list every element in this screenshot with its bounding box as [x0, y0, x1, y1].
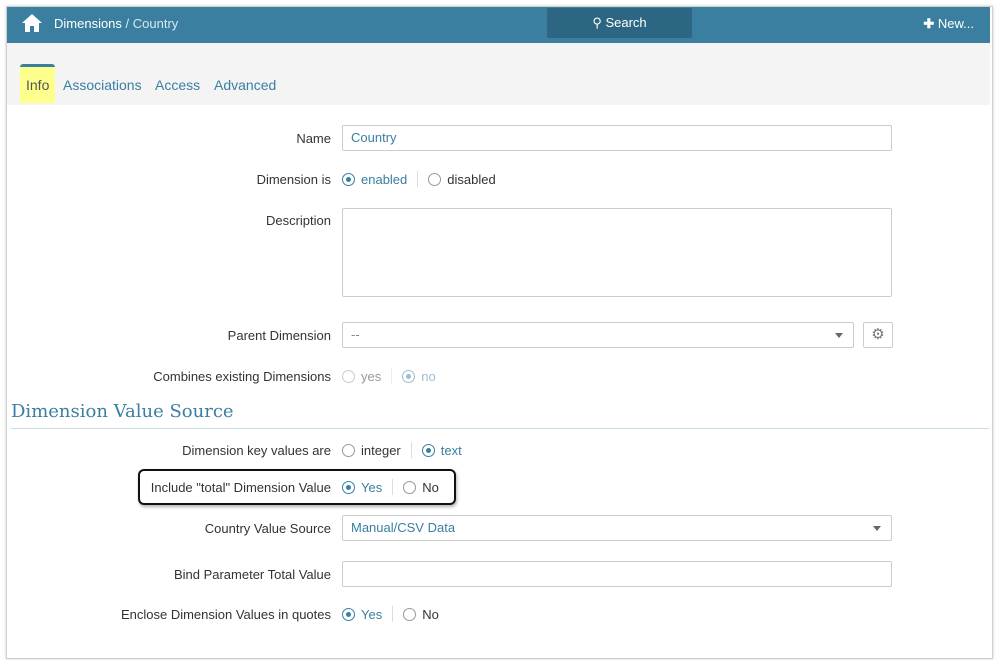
tab-bar: Info Associations Access Advanced [7, 43, 990, 105]
description-textarea[interactable] [342, 208, 892, 297]
radio-enabled[interactable]: enabled [342, 172, 407, 187]
breadcrumb: Dimensions / Country [54, 16, 178, 31]
tab-access[interactable]: Access [155, 67, 200, 103]
description-label: Description [265, 213, 331, 228]
new-label: New... [937, 16, 974, 31]
chevron-down-icon [835, 333, 843, 338]
radio-enclose-no[interactable]: No [403, 607, 439, 622]
parent-dimension-label: Parent Dimension [227, 328, 331, 343]
radio-combines-no[interactable]: no [402, 369, 436, 384]
search-label: Search [605, 15, 647, 30]
tab-advanced[interactable]: Advanced [214, 67, 276, 103]
breadcrumb-current: Country [132, 16, 179, 31]
search-icon: ⚲ [592, 15, 602, 30]
tab-associations[interactable]: Associations [63, 67, 142, 103]
bind-parameter-input[interactable] [342, 561, 892, 587]
tab-info[interactable]: Info [20, 64, 56, 103]
section-divider [11, 428, 989, 429]
enclose-radios: Yes No [342, 606, 439, 622]
include-total-label: Include "total" Dimension Value [150, 480, 331, 495]
combines-label: Combines existing Dimensions [153, 369, 331, 384]
include-total-radios: Yes No [342, 479, 439, 495]
radio-enclose-yes[interactable]: Yes [342, 607, 382, 622]
top-bar: Dimensions / Country ⚲ Search ✚ New... [7, 7, 990, 43]
breadcrumb-separator: / [121, 16, 133, 31]
radio-total-no[interactable]: No [403, 480, 439, 495]
parent-dimension-select[interactable]: -- [342, 322, 854, 348]
name-input[interactable]: Country [342, 125, 892, 151]
breadcrumb-dimensions[interactable]: Dimensions [54, 16, 122, 31]
dimension-is-label: Dimension is [256, 172, 331, 187]
key-values-label: Dimension key values are [182, 443, 331, 458]
gear-button[interactable]: ⚙ [863, 322, 893, 348]
radio-text[interactable]: text [421, 443, 462, 458]
combines-radios: yes no [342, 368, 436, 384]
radio-combines-yes[interactable]: yes [342, 369, 381, 384]
chevron-down-icon [873, 526, 881, 531]
home-icon[interactable] [21, 13, 43, 33]
dimension-status-radios: enabled disabled [342, 171, 496, 187]
radio-total-yes[interactable]: Yes [342, 480, 382, 495]
search-button[interactable]: ⚲ Search [547, 8, 692, 38]
bind-parameter-label: Bind Parameter Total Value [173, 567, 331, 582]
section-title: Dimension Value Source [11, 401, 234, 422]
value-source-label: Country Value Source [204, 521, 331, 536]
plus-icon: ✚ [923, 16, 935, 31]
radio-integer[interactable]: integer [342, 443, 401, 458]
key-values-radios: integer text [342, 442, 462, 458]
enclose-label: Enclose Dimension Values in quotes [120, 607, 331, 622]
value-source-select[interactable]: Manual/CSV Data [342, 515, 892, 541]
radio-disabled[interactable]: disabled [428, 172, 496, 187]
gear-icon: ⚙ [871, 326, 885, 343]
name-label: Name [296, 131, 331, 146]
new-button[interactable]: ✚ New... [923, 16, 974, 32]
